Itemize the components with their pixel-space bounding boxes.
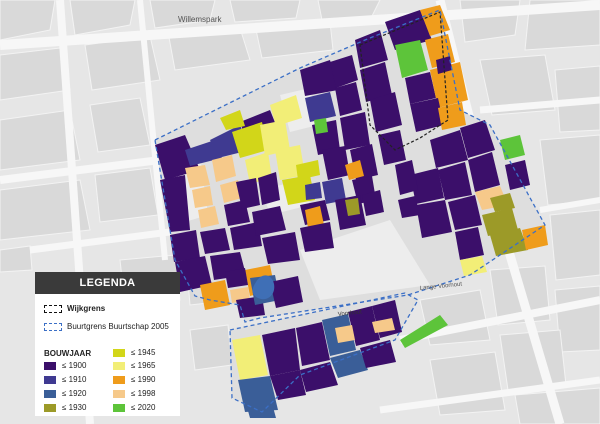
legend-class-le-1990: ≤ 1990 — [113, 375, 155, 384]
class-label: ≤ 2020 — [131, 403, 156, 412]
class-label: ≤ 1930 — [62, 403, 87, 412]
class-swatch — [113, 348, 125, 357]
legend-row-buurtgrens: Buurtgrens Buurtschap 2005 — [44, 322, 169, 331]
place-label-willemspark: Willemspark — [178, 15, 223, 24]
legend-class-le-1998: ≤ 1998 — [113, 389, 155, 398]
bouwjaar-title: BOUWJAAR — [44, 349, 92, 358]
legend-title: LEGENDA — [35, 272, 180, 294]
buurtgrens-label: Buurtgrens Buurtschap 2005 — [67, 322, 169, 331]
class-label: ≤ 1990 — [131, 375, 156, 384]
class-swatch — [44, 403, 56, 412]
legend-class-le-1930: ≤ 1930 — [44, 403, 86, 412]
map-legend: LEGENDA Wijkgrens Buurtgrens Buurtschap … — [35, 272, 180, 416]
class-label: ≤ 1910 — [62, 375, 87, 384]
legend-class-le-1910: ≤ 1910 — [44, 375, 86, 384]
class-swatch — [44, 361, 56, 370]
wijkgrens-label: Wijkgrens — [67, 304, 106, 313]
legend-row-wijkgrens: Wijkgrens — [44, 304, 105, 313]
wijkgrens-swatch — [44, 304, 62, 313]
class-label: ≤ 1965 — [131, 361, 156, 370]
class-swatch — [44, 375, 56, 384]
class-swatch — [113, 389, 125, 398]
legend-class-le-2020: ≤ 2020 — [113, 403, 155, 412]
map-viewer[interactable]: Willemspark Lange Voorhout Voorhout LEGE… — [0, 0, 600, 424]
class-swatch — [113, 375, 125, 384]
legend-class-le-1920: ≤ 1920 — [44, 389, 86, 398]
legend-class-le-1945: ≤ 1945 — [113, 348, 155, 357]
class-swatch — [113, 361, 125, 370]
class-label: ≤ 1920 — [62, 389, 87, 398]
legend-class-le-1900: ≤ 1900 — [44, 361, 86, 370]
class-swatch — [113, 403, 125, 412]
class-label: ≤ 1998 — [131, 389, 156, 398]
legend-class-le-1965: ≤ 1965 — [113, 361, 155, 370]
class-swatch — [44, 389, 56, 398]
class-label: ≤ 1900 — [62, 361, 87, 370]
class-label: ≤ 1945 — [131, 348, 156, 357]
buurtgrens-swatch — [44, 322, 62, 331]
